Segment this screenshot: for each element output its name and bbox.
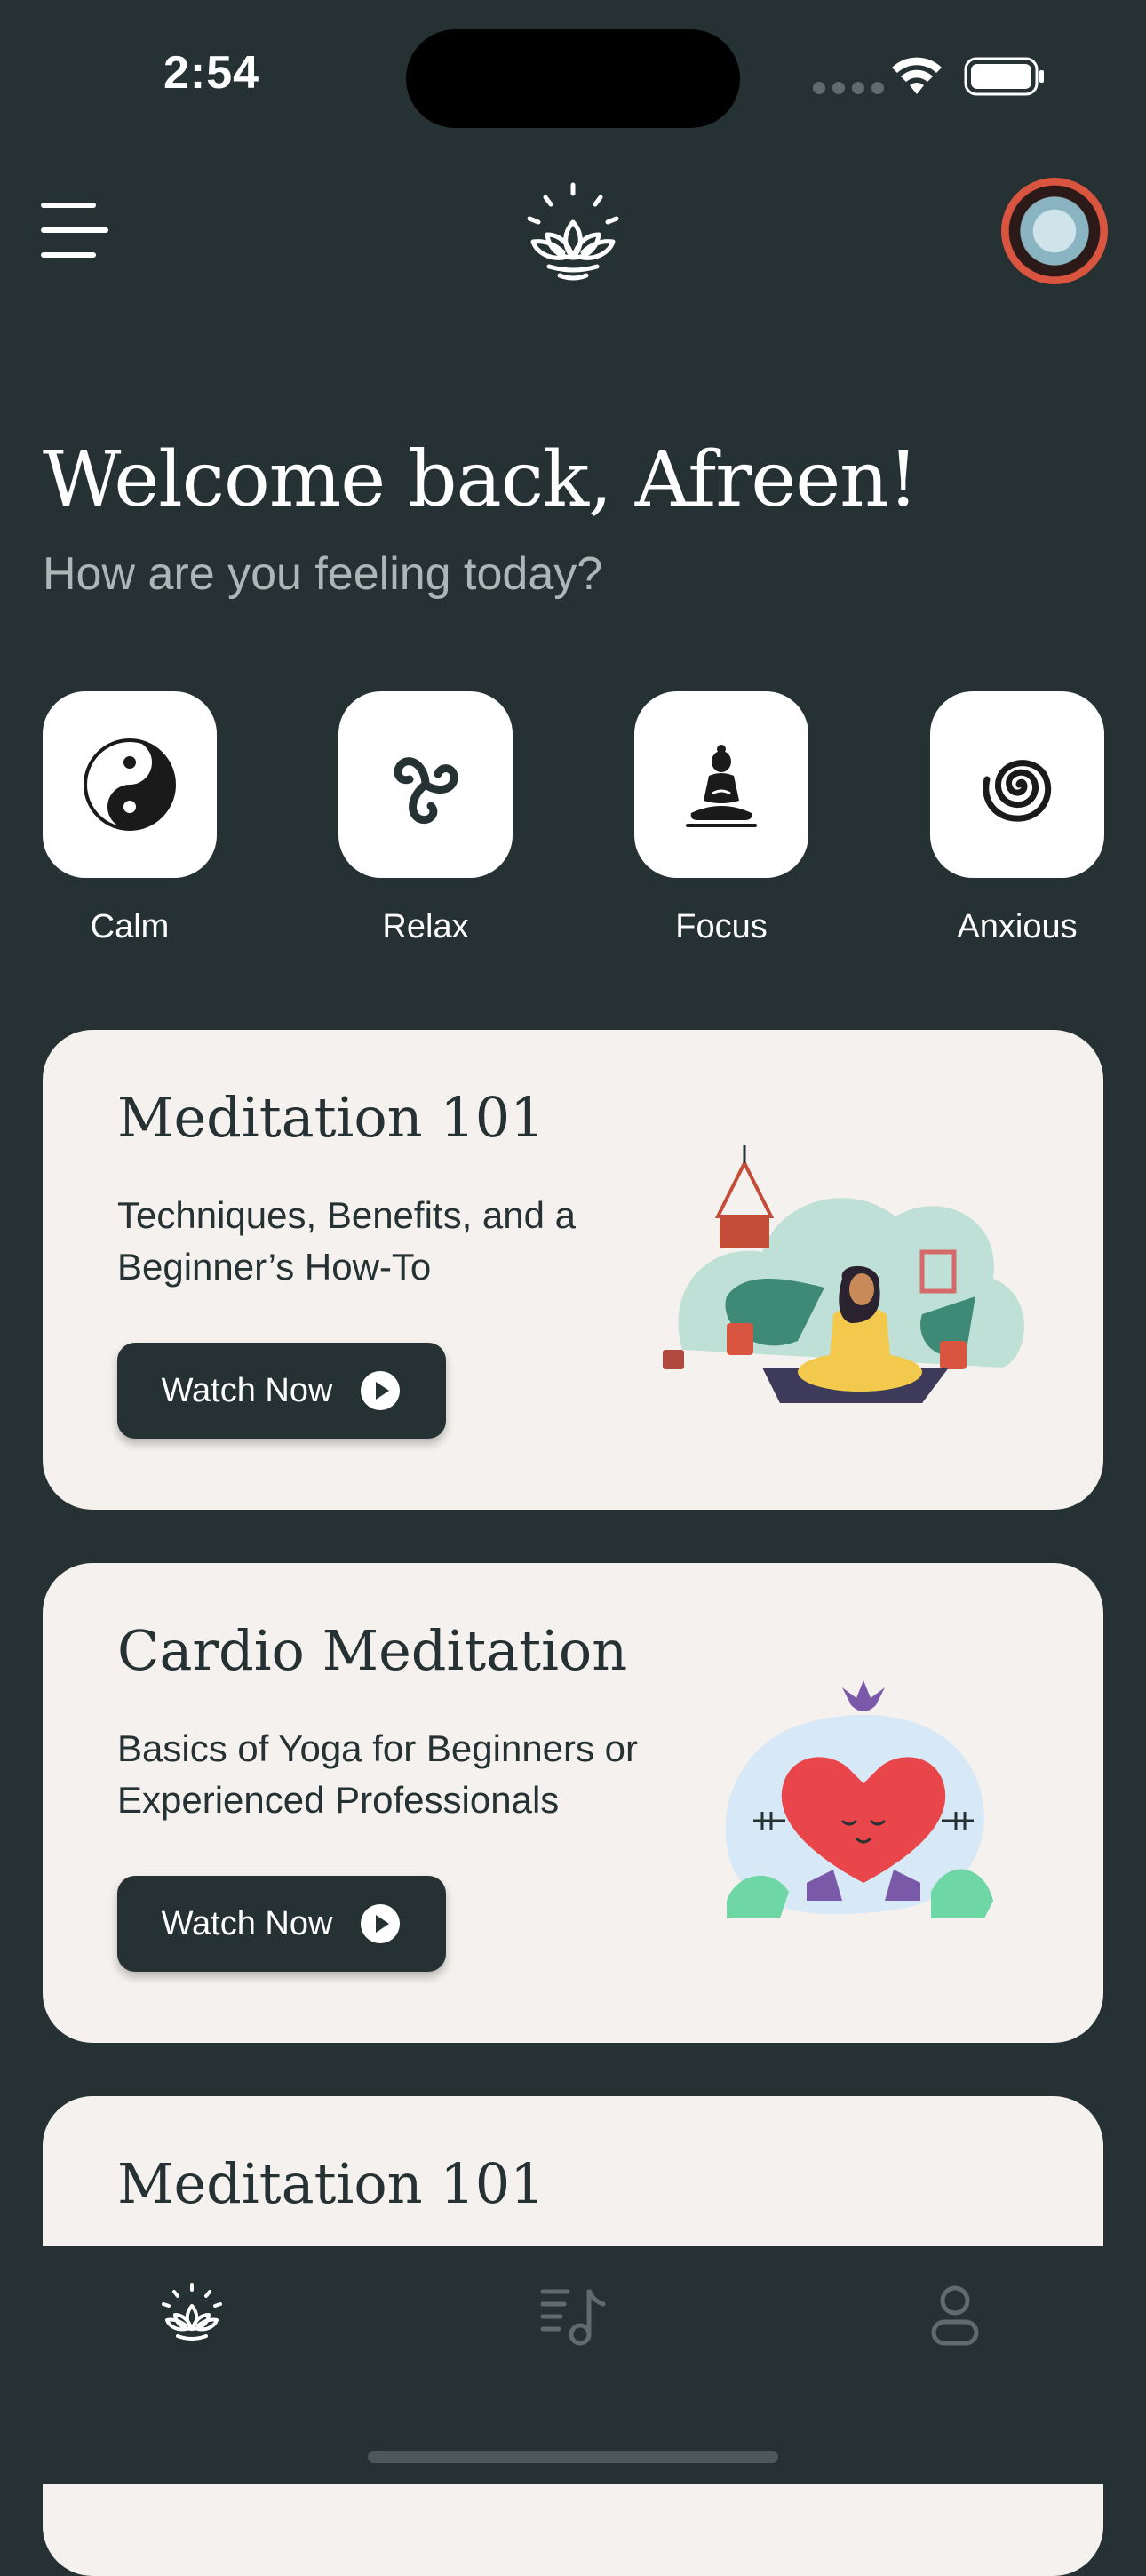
card-title: Meditation 101 (117, 1085, 545, 1150)
hamburger-line (41, 252, 96, 258)
user-avatar[interactable] (1001, 178, 1108, 284)
menu-button[interactable] (41, 203, 108, 258)
wifi-icon (892, 57, 942, 94)
spiral-icon (983, 760, 1052, 822)
hamburger-line (41, 227, 108, 233)
watch-now-button[interactable]: Watch Now (117, 1343, 446, 1439)
card-title: Meditation 101 (117, 2151, 545, 2216)
profile-icon[interactable] (919, 2279, 991, 2350)
mood-focus[interactable]: Focus (634, 691, 808, 946)
play-icon (361, 1904, 401, 1943)
video-card[interactable]: Cardio Meditation Basics of Yoga for Beg… (43, 1563, 1103, 2043)
play-icon (361, 1371, 401, 1410)
hamburger-menu-icon (41, 203, 96, 208)
lotus-home-icon[interactable] (156, 2279, 227, 2350)
card-description: Techniques, Benefits, and a Beginner’s H… (117, 1194, 577, 1288)
home-indicator[interactable] (368, 2451, 778, 2463)
dynamic-island (406, 29, 740, 128)
watch-now-label: Watch Now (161, 1904, 333, 1942)
video-card[interactable]: Meditation 101 Techniques, Benefits, and… (43, 1030, 1103, 1510)
cellular-signal-icon (813, 82, 884, 94)
buddha-icon (686, 745, 757, 827)
feeling-prompt: How are you feeling today? (43, 548, 603, 600)
heart-meditating-illustration (725, 1680, 993, 1918)
status-time: 2:54 (163, 47, 260, 99)
battery-icon (964, 57, 1044, 96)
welcome-title: Welcome back, Afreen! (43, 435, 919, 524)
mood-label: Focus (675, 908, 768, 945)
triskelion-icon (394, 757, 458, 824)
lotus-logo-icon (527, 182, 619, 281)
mood-tile (43, 691, 217, 878)
mood-tile (930, 691, 1104, 878)
mood-tile (338, 691, 513, 878)
mood-relax[interactable]: Relax (338, 691, 513, 946)
mood-calm[interactable]: Calm (43, 691, 217, 946)
watch-now-label: Watch Now (161, 1371, 333, 1409)
card-title: Cardio Meditation (117, 1618, 628, 1683)
mood-label: Relax (382, 908, 469, 945)
yin-yang-icon (84, 738, 176, 831)
mood-label: Anxious (957, 908, 1078, 945)
mood-anxious[interactable]: Anxious (930, 691, 1104, 946)
mood-tile (634, 691, 808, 878)
mood-label: Calm (90, 908, 170, 945)
watch-now-button[interactable]: Watch Now (117, 1876, 446, 1972)
music-playlist-icon[interactable] (537, 2279, 609, 2350)
woman-meditating-illustration (663, 1145, 1024, 1403)
card-description: Basics of Yoga for Beginners or Experien… (117, 1727, 639, 1821)
